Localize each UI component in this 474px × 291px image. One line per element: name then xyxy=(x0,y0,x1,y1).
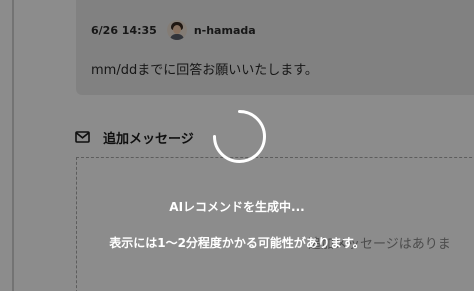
message-page: 6/26 14:35 n-hamada mm/ddまでに回答お願いいたします。 … xyxy=(0,0,474,291)
spinner-icon xyxy=(212,109,267,164)
loading-title: AIレコメンドを生成中... xyxy=(169,200,305,214)
loading-note: 表示には1～2分程度かかる可能性があります。 xyxy=(109,236,365,250)
loading-overlay: AIレコメンドを生成中... 表示には1～2分程度かかる可能性があります。 xyxy=(0,0,474,291)
